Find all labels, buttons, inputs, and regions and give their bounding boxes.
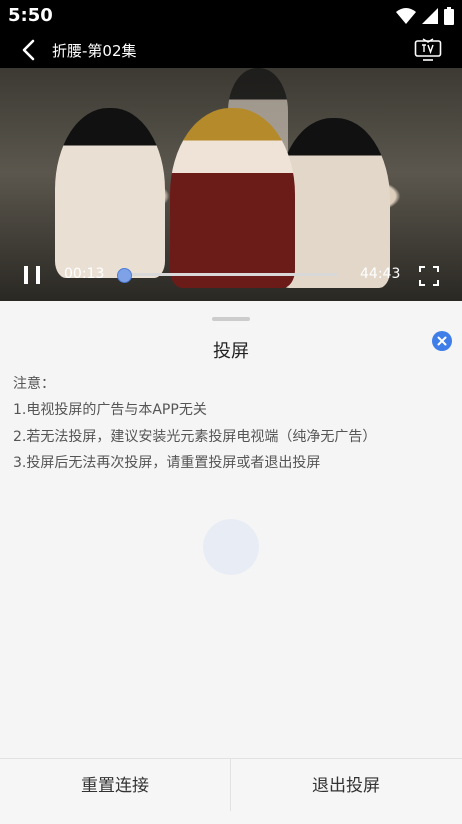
exit-cast-button[interactable]: 退出投屏 [231,759,461,824]
current-time: 00:13 [64,266,105,282]
battery-icon [444,7,454,25]
close-button[interactable] [432,331,452,351]
tv-icon[interactable] [414,38,442,62]
note-line: 注意： [13,376,55,392]
note-line: 3.投屏后无法再次投屏，请重置投屏或者退出投屏 [13,454,321,471]
back-arrow-icon[interactable] [18,39,40,61]
notes: 注意： 1.电视投屏的广告与本APP无关 2.若无法投屏，建议安装光元素投屏电视… [13,371,376,476]
note-line: 2.若无法投屏，建议安装光元素投屏电视端（纯净无广告） [13,428,377,445]
progress-knob[interactable] [117,268,133,283]
wifi-icon [396,8,416,24]
cast-sheet: 投屏 注意： 1.电视投屏的广告与本APP无关 2.若无法投屏，建议安装光元素投… [0,301,462,823]
video-figure [170,108,295,288]
status-icons [396,7,454,25]
video-title: 折腰-第02集 [52,42,137,60]
video-figure [55,108,165,278]
drag-handle[interactable] [212,317,250,321]
footer: 重置连接 退出投屏 [0,758,462,824]
signal-icon [422,8,438,24]
total-time: 44:43 [360,266,401,282]
status-bar: 5:50 [0,0,462,32]
sheet-title: 投屏 [213,341,249,362]
close-icon [437,336,447,346]
loading-spinner [203,519,259,575]
status-time: 5:50 [8,5,53,26]
pause-icon[interactable] [24,266,40,284]
note-line: 1.电视投屏的广告与本APP无关 [13,402,207,419]
player-controls: 00:13 44:43 [0,262,462,292]
reset-connection-button[interactable]: 重置连接 [0,759,230,824]
progress-bar[interactable] [117,268,338,283]
title-bar: 折腰-第02集 [0,32,462,68]
fullscreen-icon[interactable] [419,266,439,286]
